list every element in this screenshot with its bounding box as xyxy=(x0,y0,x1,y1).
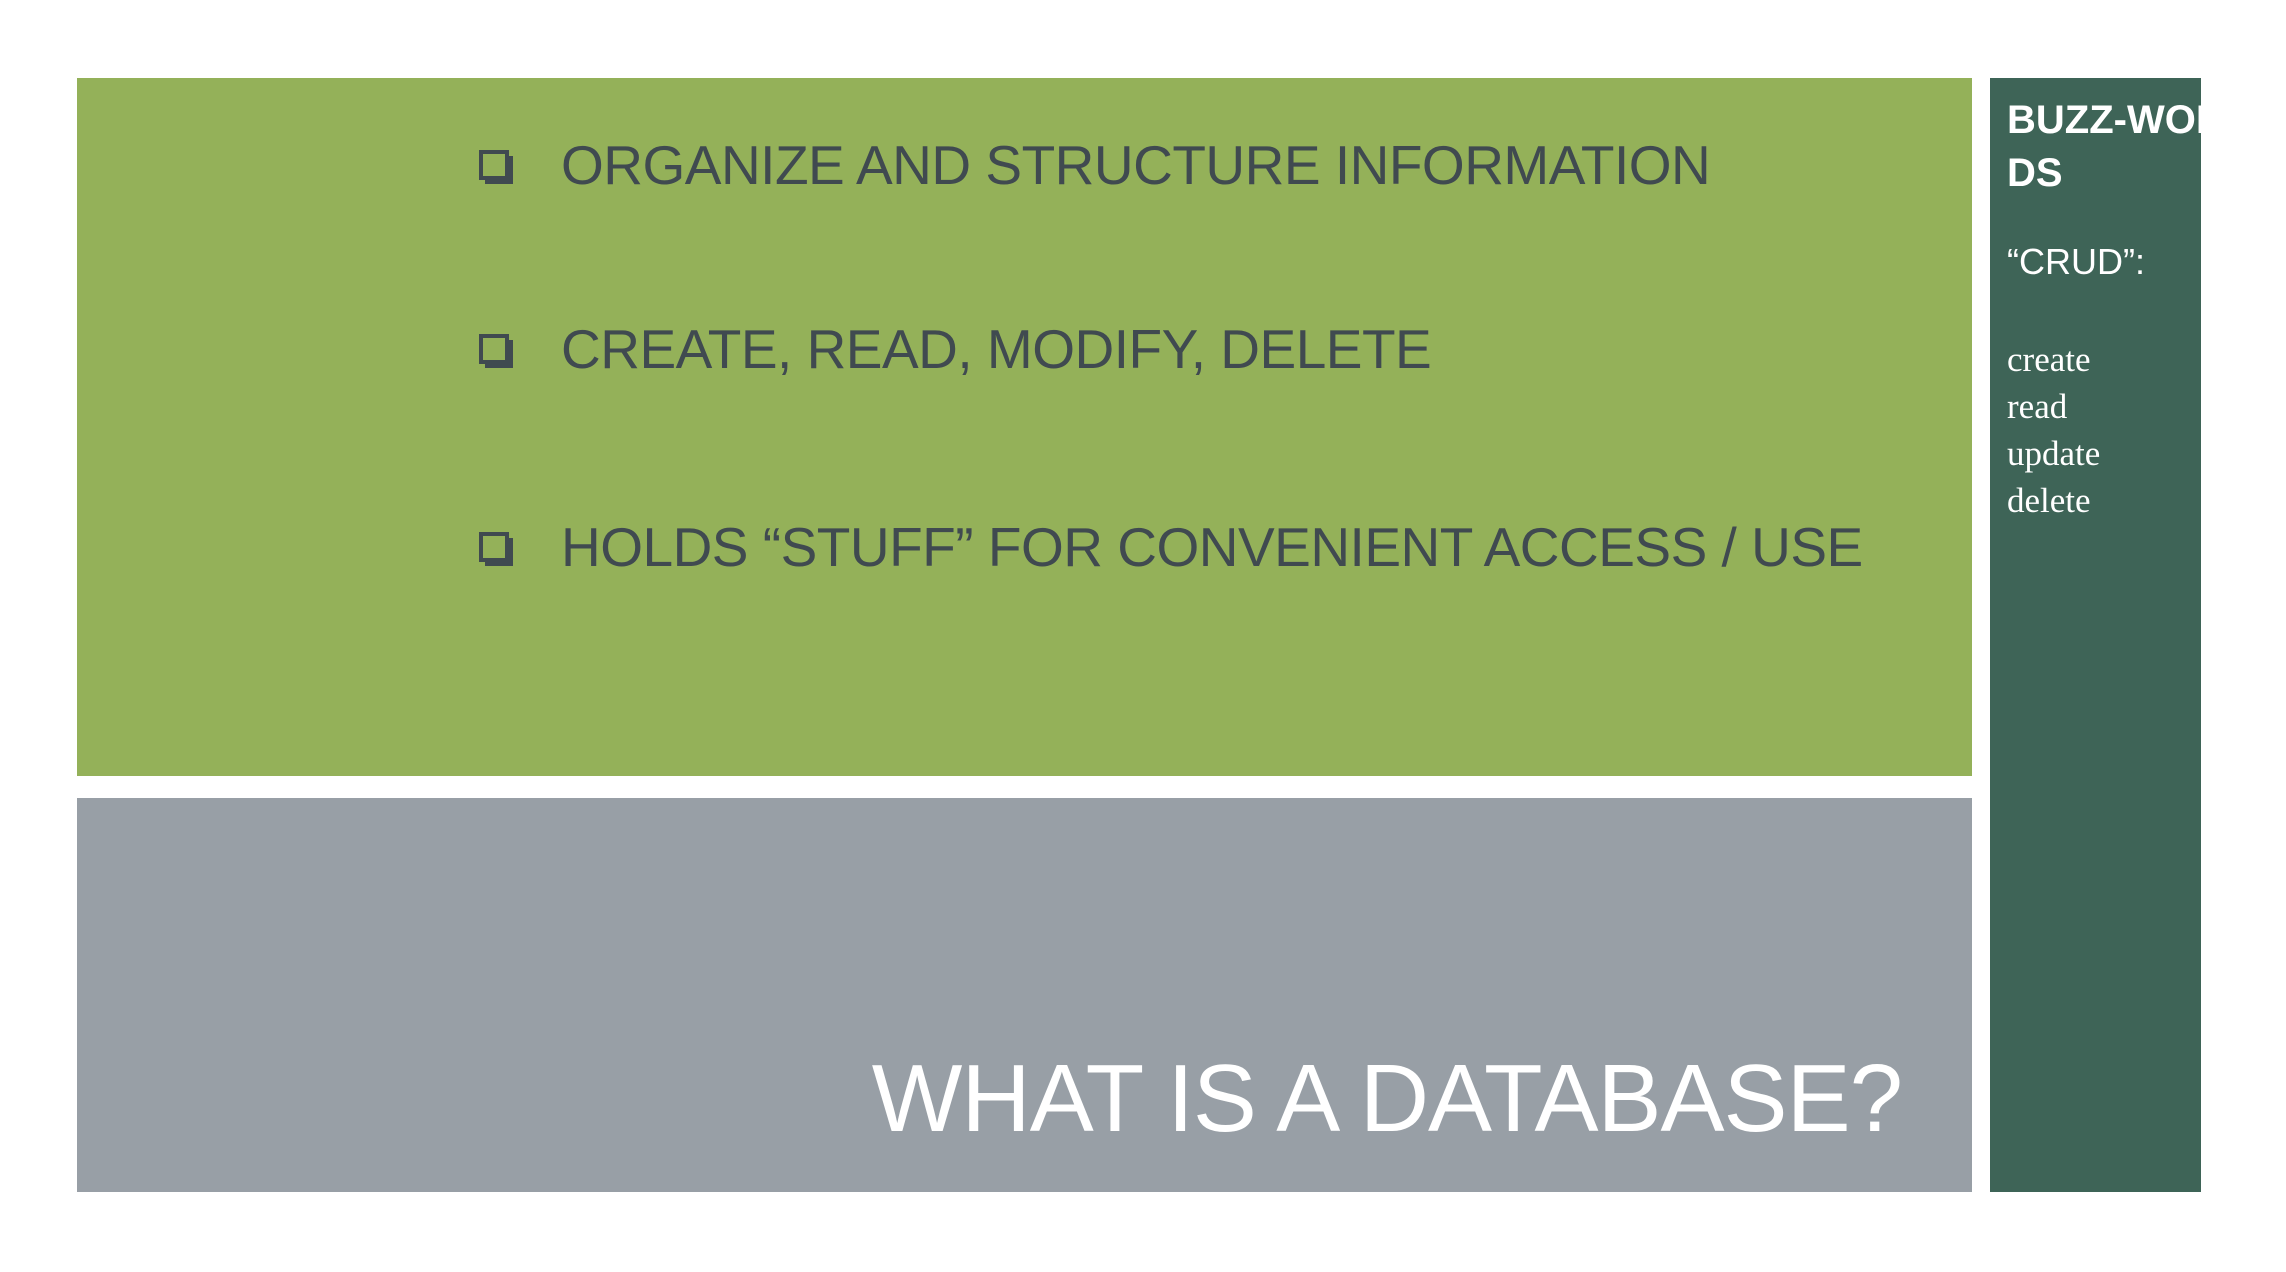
crud-item-create: create xyxy=(2007,340,2091,379)
crud-heading: “CRUD”: xyxy=(2007,241,2145,282)
bullet-item-holds-stuff: HOLDS “STUFF” FOR CONVENIENT ACCESS / US… xyxy=(479,520,1863,575)
crud-list: create read update delete xyxy=(2007,336,2100,524)
crud-item-update: update xyxy=(2007,434,2101,473)
checkbox-icon xyxy=(479,149,513,184)
slide: ORGANIZE AND STRUCTURE INFORMATION CREAT… xyxy=(0,0,2286,1272)
bullet-label: CREATE, READ, MODIFY, DELETE xyxy=(561,318,1432,380)
sidebar-heading: BUZZ-WORDS xyxy=(2007,98,2201,195)
page-title: WHAT IS A DATABASE? xyxy=(871,1045,1903,1152)
checkbox-icon xyxy=(479,531,513,566)
bullet-item-crud: CREATE, READ, MODIFY, DELETE xyxy=(479,318,1432,380)
bullet-item-organize: ORGANIZE AND STRUCTURE INFORMATION xyxy=(479,134,1711,196)
checkbox-icon xyxy=(479,333,513,368)
crud-item-delete: delete xyxy=(2007,481,2091,520)
buzzwords-sidebar: BUZZ-WORDS “CRUD”: create read update de… xyxy=(1990,78,2201,1192)
bullet-label: ORGANIZE AND STRUCTURE INFORMATION xyxy=(561,134,1711,196)
crud-item-read: read xyxy=(2007,387,2068,426)
title-panel: WHAT IS A DATABASE? xyxy=(77,798,1972,1192)
bullet-label: HOLDS “STUFF” FOR CONVENIENT ACCESS / US… xyxy=(561,516,1863,578)
content-panel: ORGANIZE AND STRUCTURE INFORMATION CREAT… xyxy=(77,78,1972,776)
